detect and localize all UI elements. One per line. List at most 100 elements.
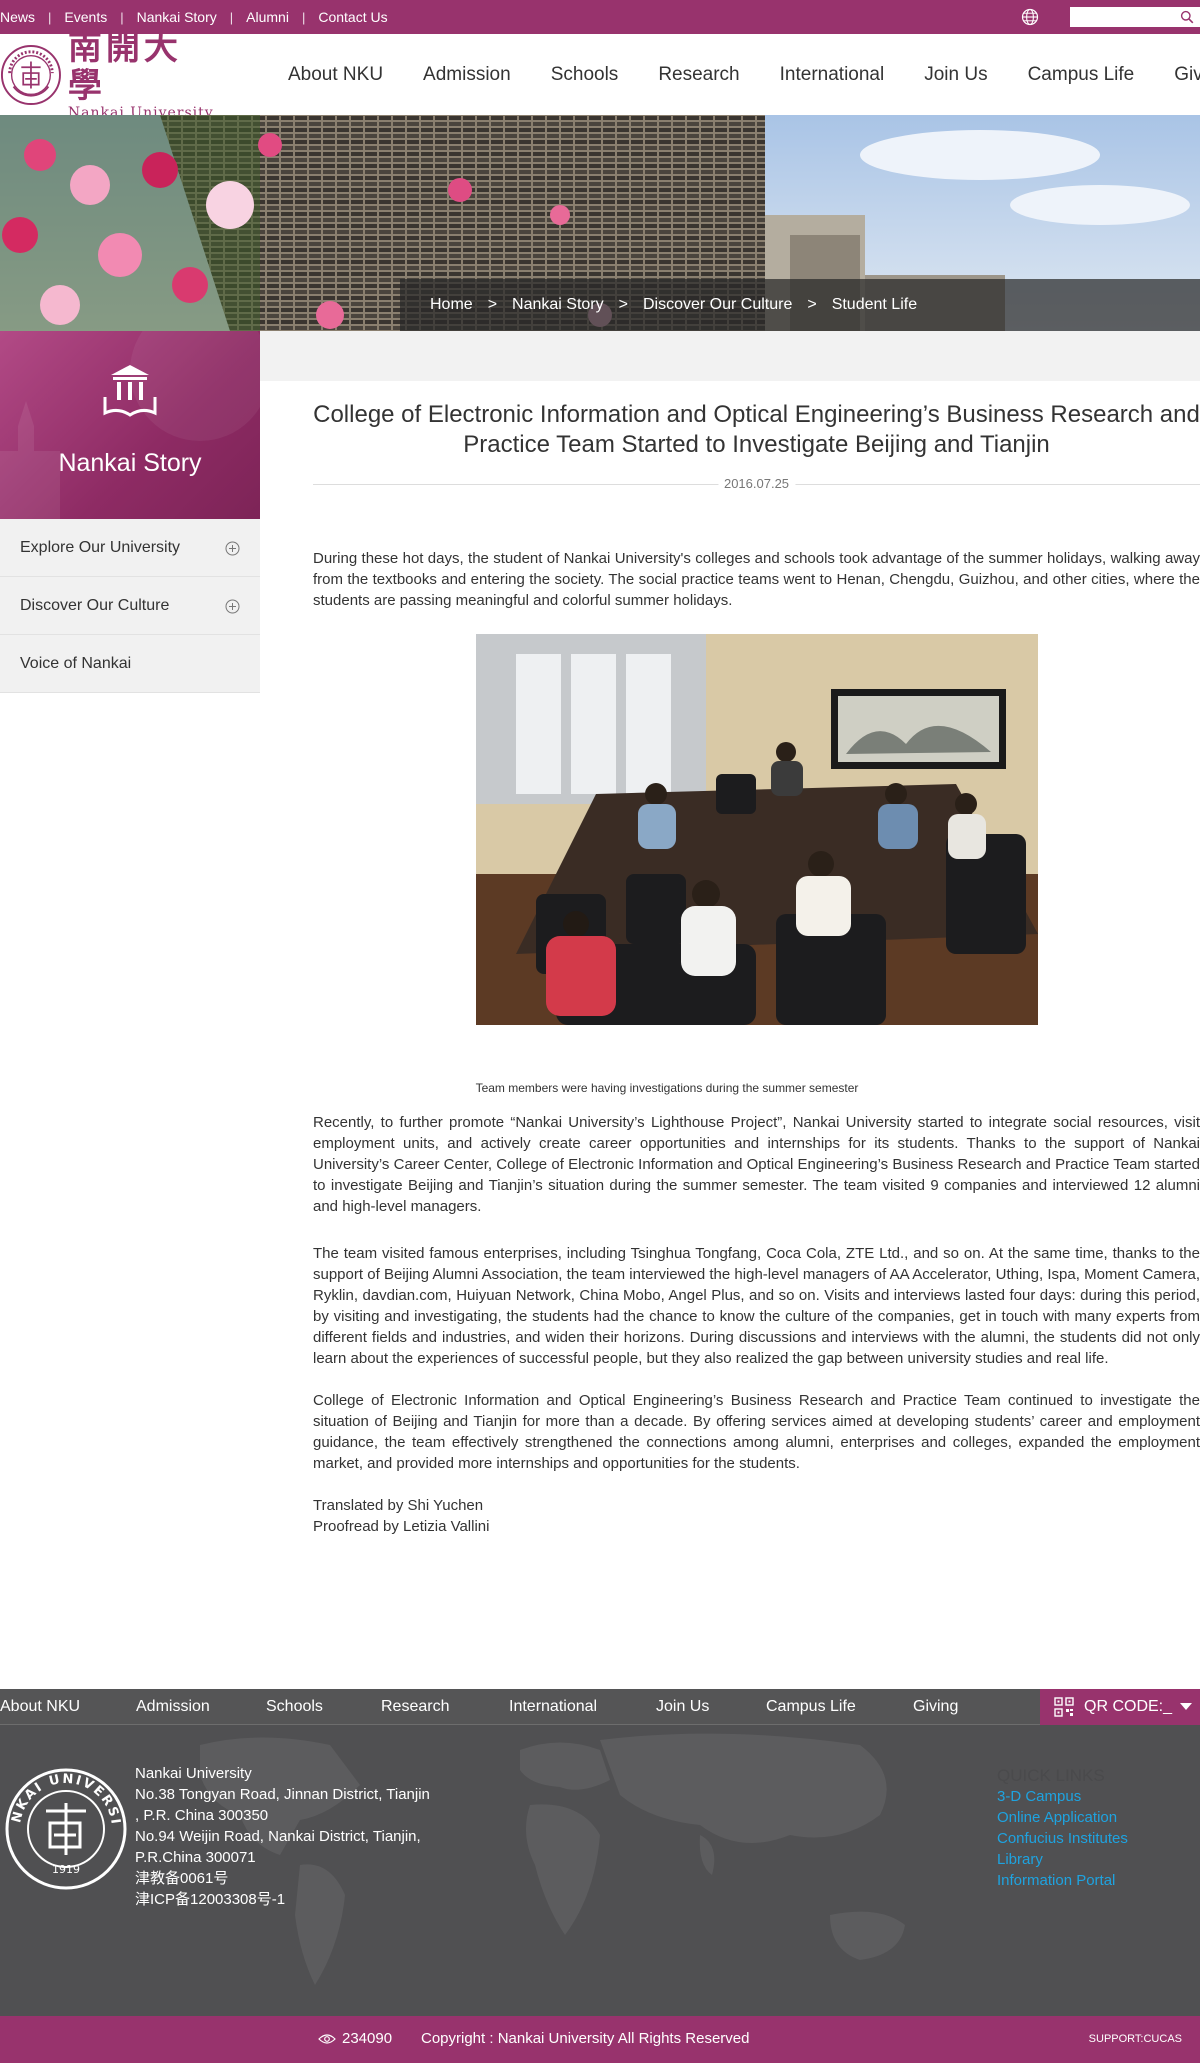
article-paragraph-2: Recently, to further promote “Nankai Uni… bbox=[313, 1114, 1200, 1215]
book-icon bbox=[103, 365, 157, 417]
university-logo[interactable]: 南開大學 Nankai University bbox=[0, 29, 215, 121]
nav-schools[interactable]: Schools bbox=[551, 64, 619, 86]
breadcrumb-current: Student Life bbox=[831, 296, 918, 313]
logo-chinese-name: 南開大學 bbox=[67, 28, 182, 106]
quick-link-confucius-institutes[interactable]: Confucius Institutes bbox=[997, 1828, 1128, 1849]
nav-research[interactable]: Research bbox=[658, 64, 739, 86]
chevron-down-icon bbox=[1180, 1703, 1192, 1710]
footer-nav-giving[interactable]: Giving bbox=[913, 1698, 958, 1716]
breadcrumb-nankai-story[interactable]: Nankai Story bbox=[512, 296, 604, 314]
footer-nav-international[interactable]: International bbox=[509, 1698, 656, 1716]
expand-plus-icon[interactable] bbox=[225, 541, 240, 556]
sidebar-item-label: Explore Our University bbox=[20, 538, 181, 556]
top-link-events[interactable]: Events bbox=[64, 9, 107, 25]
main-nav: About NKU Admission Schools Research Int… bbox=[288, 34, 1200, 115]
seal-text: NANKAI UNIVERSITY bbox=[4, 1767, 121, 1827]
separator: | bbox=[301, 9, 306, 25]
university-seal-icon: NANKAI UNIVERSITY 1919 bbox=[4, 1767, 127, 1890]
footer-nav-join-us[interactable]: Join Us bbox=[656, 1698, 766, 1716]
sidebar-header: Nankai Story bbox=[0, 331, 260, 519]
nav-admission[interactable]: Admission bbox=[423, 64, 511, 86]
search-icon[interactable] bbox=[1180, 10, 1194, 24]
quick-link-3d-campus[interactable]: 3-D Campus bbox=[997, 1786, 1128, 1807]
breadcrumb-separator: > bbox=[807, 296, 817, 313]
site-header: 南開大學 Nankai University About NKU Admissi… bbox=[0, 29, 1200, 121]
icp-record: 津教备0061号 bbox=[135, 1870, 229, 1887]
hero-banner: Home > Nankai Story > Discover Our Cultu… bbox=[0, 115, 1200, 331]
quick-link-library[interactable]: Library bbox=[997, 1849, 1128, 1870]
article-photo bbox=[476, 634, 1038, 1025]
footer-nav-research[interactable]: Research bbox=[381, 1698, 509, 1716]
seal-year: 1919 bbox=[52, 1863, 80, 1876]
nav-giving[interactable]: Giving bbox=[1174, 64, 1200, 86]
breadcrumb-home[interactable]: Home bbox=[430, 296, 473, 314]
article-body: Recently, to further promote “Nankai Uni… bbox=[313, 1112, 1200, 1537]
proofreader-credit: Proofread by Letizia Vallini bbox=[313, 1518, 490, 1535]
breadcrumb-discover-our-culture[interactable]: Discover Our Culture bbox=[643, 296, 792, 314]
separator: | bbox=[120, 9, 124, 25]
article-paragraph-3: The team visited famous enterprises, inc… bbox=[313, 1245, 1200, 1367]
breadcrumb-separator: > bbox=[487, 296, 498, 313]
content-top-strip bbox=[260, 331, 1200, 381]
top-link-alumni[interactable]: Alumni bbox=[246, 9, 289, 25]
breadcrumb: Home > Nankai Story > Discover Our Cultu… bbox=[400, 279, 1200, 331]
translator-credit: Translated by Shi Yuchen bbox=[313, 1497, 484, 1514]
article-paragraph-1: During these hot days, the student of Na… bbox=[313, 550, 1200, 609]
quick-link-information-portal[interactable]: Information Portal bbox=[997, 1870, 1128, 1891]
article-title: College of Electronic Information and Op… bbox=[313, 401, 1200, 458]
photo-caption: Team members were having investigations … bbox=[475, 1081, 859, 1095]
visit-counter: 234090 bbox=[342, 2030, 393, 2047]
separator: | bbox=[48, 9, 52, 25]
sidebar-item-label: Discover Our Culture bbox=[20, 596, 170, 614]
nav-about-nku[interactable]: About NKU bbox=[288, 64, 383, 86]
svg-text:NANKAI UNIVERSITY: NANKAI UNIVERSITY bbox=[4, 1767, 123, 1827]
qr-code-icon bbox=[1054, 1697, 1074, 1717]
nav-international[interactable]: International bbox=[780, 64, 885, 86]
footer-nav-campus-life[interactable]: Campus Life bbox=[766, 1698, 913, 1716]
nav-campus-life[interactable]: Campus Life bbox=[1028, 64, 1135, 86]
support-credit[interactable]: SUPPORT:CUCAS bbox=[1089, 2033, 1182, 2045]
sidebar-item-explore-our-university[interactable]: Explore Our University bbox=[0, 519, 260, 577]
address-line: , P.R. China 300350 bbox=[135, 1807, 269, 1824]
university-seal-icon bbox=[0, 45, 61, 105]
footer-nav-links: About NKU Admission Schools Research Int… bbox=[0, 1689, 958, 1725]
sidebar-title: Nankai Story bbox=[58, 449, 202, 477]
eye-icon bbox=[318, 2034, 336, 2044]
footer-nav-schools[interactable]: Schools bbox=[266, 1698, 381, 1716]
breadcrumb-separator: > bbox=[618, 296, 628, 313]
address-line: No.38 Tongyan Road, Jinnan District, Tia… bbox=[135, 1786, 430, 1803]
address-line: Nankai University bbox=[135, 1765, 252, 1782]
article-date-line: 2016.07.25 bbox=[313, 476, 1200, 492]
icp-record: 津ICP备12003308号-1 bbox=[135, 1891, 286, 1908]
top-link-nankai-story[interactable]: Nankai Story bbox=[137, 9, 217, 25]
sidebar-header-background bbox=[0, 331, 260, 519]
meeting-room-photo bbox=[476, 634, 1038, 1025]
expand-plus-icon[interactable] bbox=[225, 599, 240, 614]
article: College of Electronic Information and Op… bbox=[313, 400, 1200, 611]
footer-main: NANKAI UNIVERSITY 1919 Nankai University… bbox=[0, 1725, 1200, 2016]
article-date: 2016.07.25 bbox=[717, 476, 796, 491]
footer-nav-admission[interactable]: Admission bbox=[136, 1698, 266, 1716]
qr-code-button[interactable]: QR CODE:_ bbox=[1040, 1689, 1200, 1725]
top-link-news[interactable]: News bbox=[0, 9, 35, 25]
globe-icon[interactable] bbox=[1021, 8, 1039, 26]
search-box bbox=[1070, 7, 1200, 27]
sidebar-item-label: Voice of Nankai bbox=[20, 654, 132, 672]
address-line: P.R.China 300071 bbox=[135, 1849, 256, 1866]
footer-address: Nankai University No.38 Tongyan Road, Ji… bbox=[135, 1763, 430, 1910]
qr-code-label: QR CODE:_ bbox=[1084, 1698, 1173, 1715]
search-input[interactable] bbox=[1070, 7, 1170, 27]
sidebar-item-voice-of-nankai[interactable]: Voice of Nankai bbox=[0, 635, 260, 693]
copyright-text: Copyright : Nankai University All Rights… bbox=[421, 2030, 750, 2047]
address-line: No.94 Weijin Road, Nankai District, Tian… bbox=[135, 1828, 421, 1845]
footer-bottom-bar: 234090 Copyright : Nankai University All… bbox=[0, 2016, 1200, 2063]
sidebar-item-discover-our-culture[interactable]: Discover Our Culture bbox=[0, 577, 260, 635]
article-paragraph-4: College of Electronic Information and Op… bbox=[313, 1392, 1200, 1472]
footer-nav-about-nku[interactable]: About NKU bbox=[0, 1698, 136, 1716]
footer-nav: About NKU Admission Schools Research Int… bbox=[0, 1689, 1200, 1725]
sidebar-menu: Explore Our University Discover Our Cult… bbox=[0, 519, 260, 693]
top-link-contact-us[interactable]: Contact Us bbox=[318, 9, 387, 25]
nav-join-us[interactable]: Join Us bbox=[924, 64, 987, 86]
quick-link-online-application[interactable]: Online Application bbox=[997, 1807, 1128, 1828]
separator: | bbox=[229, 9, 234, 25]
